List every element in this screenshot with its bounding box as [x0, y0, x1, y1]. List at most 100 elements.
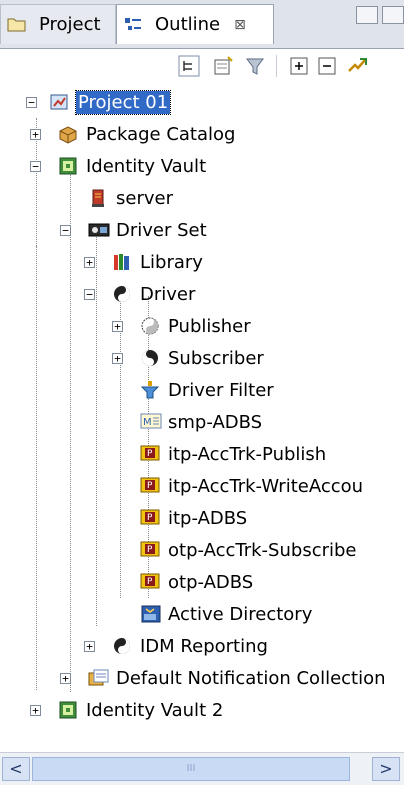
scroll-right-button[interactable]: > [372, 757, 400, 781]
policy-icon: P [140, 540, 160, 560]
expand-toggle[interactable]: + [112, 353, 123, 364]
tree-item-driver-set[interactable]: − Driver Set [60, 214, 209, 246]
collapse-toggle[interactable]: − [84, 289, 95, 300]
tree-connector [96, 230, 97, 626]
tree-item-library[interactable]: + Library [84, 246, 205, 278]
outline-toolbar [0, 48, 404, 83]
tree-item-otp-acctrk-subscribe[interactable]: P otp-AccTrk-Subscribe [140, 534, 359, 566]
svg-text:P: P [147, 577, 153, 587]
tree-item-label: Driver Set [116, 219, 207, 241]
tree-item-label: Identity Vault 2 [86, 699, 224, 721]
policy-icon: P [140, 476, 160, 496]
policy-icon: P [140, 572, 160, 592]
collapse-toggle[interactable]: − [26, 97, 37, 108]
collapse-toggle[interactable]: − [30, 161, 41, 172]
svg-text:M: M [143, 417, 152, 428]
tree-item-otp-adbs[interactable]: P otp-ADBS [140, 566, 255, 598]
expand-toggle[interactable]: + [84, 641, 95, 652]
deploy-icon[interactable] [346, 55, 368, 77]
maximize-icon[interactable] [382, 6, 404, 24]
expand-toggle[interactable]: + [30, 705, 41, 716]
tab-outline-label: Outline [155, 14, 221, 35]
tree-item-label: Publisher [168, 315, 251, 337]
tree-item-identity-vault-2[interactable]: + Identity Vault 2 [30, 694, 225, 726]
expand-all-icon[interactable] [288, 55, 310, 77]
tree-item-server[interactable]: server [88, 182, 175, 214]
publisher-icon [140, 316, 160, 336]
tree-item-itp-acctrk-publish[interactable]: P itp-AccTrk-Publish [140, 438, 328, 470]
tree-item-label: Subscriber [168, 347, 264, 369]
mapping-icon: M [140, 412, 162, 432]
tree-item-active-directory[interactable]: Active Directory [140, 598, 314, 630]
scrollbar-thumb[interactable]: III [32, 757, 350, 781]
tree-item-label: itp-AccTrk-Publish [168, 443, 327, 465]
tree-connector [70, 166, 71, 692]
policy-icon: P [140, 444, 160, 464]
filter-icon[interactable] [244, 55, 266, 77]
tree-item-label: Project 01 [74, 89, 172, 115]
driver-icon [112, 284, 132, 304]
tree-item-label: itp-ADBS [168, 507, 248, 529]
svg-text:P: P [147, 481, 153, 491]
tab-project[interactable]: Project [0, 4, 116, 44]
close-tab-icon[interactable]: ⊠ [234, 17, 246, 33]
tree-item-label: itp-AccTrk-WriteAccou [168, 475, 364, 497]
view-tab-bar: Project Outline ⊠ [0, 0, 404, 48]
collapse-all-icon[interactable] [316, 55, 338, 77]
scroll-left-button[interactable]: < [2, 757, 30, 781]
tree-item-label: server [116, 187, 173, 209]
driverset-icon [88, 220, 110, 240]
tree-item-label: Driver [140, 283, 196, 305]
tree-item-label: otp-AccTrk-Subscribe [168, 539, 357, 561]
package-icon [58, 124, 78, 144]
tree-item-label: Active Directory [168, 603, 313, 625]
hierarchy-view-icon[interactable] [178, 55, 200, 77]
tree-item-itp-adbs[interactable]: P itp-ADBS [140, 502, 249, 534]
expand-toggle[interactable]: + [60, 673, 71, 684]
tree-item-label: Identity Vault [86, 155, 207, 177]
tree-item-driver-filter[interactable]: Driver Filter [140, 374, 276, 406]
expand-toggle[interactable]: + [84, 257, 95, 268]
new-item-icon[interactable] [212, 55, 234, 77]
tree-item-project-01[interactable]: − Project 01 [26, 86, 172, 118]
vault-icon [58, 156, 78, 176]
view-window-controls [356, 6, 404, 24]
tree-item-identity-vault[interactable]: − Identity Vault [30, 150, 208, 182]
driver-icon [112, 636, 132, 656]
policy-icon: P [140, 508, 160, 528]
horizontal-scrollbar[interactable]: < III > [0, 752, 404, 785]
folder-icon [7, 15, 27, 35]
tree-item-label: Package Catalog [86, 123, 236, 145]
vault-icon [58, 700, 78, 720]
svg-text:P: P [147, 449, 153, 459]
tree-connector [120, 296, 121, 598]
minimize-icon[interactable] [356, 6, 378, 24]
tree-item-default-notification-collection[interactable]: + Default Notification Collection [60, 662, 388, 694]
application-icon [140, 604, 161, 624]
subscriber-icon [140, 348, 160, 368]
tree-item-driver[interactable]: − Driver [84, 278, 197, 310]
svg-text:P: P [147, 545, 153, 555]
tree-item-label: Library [140, 251, 203, 273]
tab-outline[interactable]: Outline ⊠ [116, 4, 274, 44]
svg-text:P: P [147, 513, 153, 523]
project-icon [50, 92, 70, 112]
tree-item-idm-reporting[interactable]: + IDM Reporting [84, 630, 270, 662]
expand-toggle[interactable]: + [112, 321, 123, 332]
tree-item-publisher[interactable]: + Publisher [112, 310, 253, 342]
toolbar-separator [276, 55, 277, 77]
outline-icon [123, 15, 143, 35]
tree-item-package-catalog[interactable]: + Package Catalog [30, 118, 237, 150]
tree-item-label: IDM Reporting [140, 635, 268, 657]
notification-icon [88, 668, 109, 688]
tree-item-smp-adbs[interactable]: M smp-ADBS [140, 406, 264, 438]
expand-toggle[interactable]: + [30, 129, 41, 140]
tree-connector [36, 246, 37, 690]
tree-item-subscriber[interactable]: + Subscriber [112, 342, 266, 374]
outline-tree[interactable]: − Project 01 + Package Catalog − Identit… [0, 82, 404, 742]
tree-item-label: otp-ADBS [168, 571, 254, 593]
tree-item-label: Driver Filter [168, 379, 274, 401]
collapse-toggle[interactable]: − [60, 225, 71, 236]
tree-item-itp-acctrk-writeaccou[interactable]: P itp-AccTrk-WriteAccou [140, 470, 365, 502]
driver-filter-icon [140, 380, 160, 400]
